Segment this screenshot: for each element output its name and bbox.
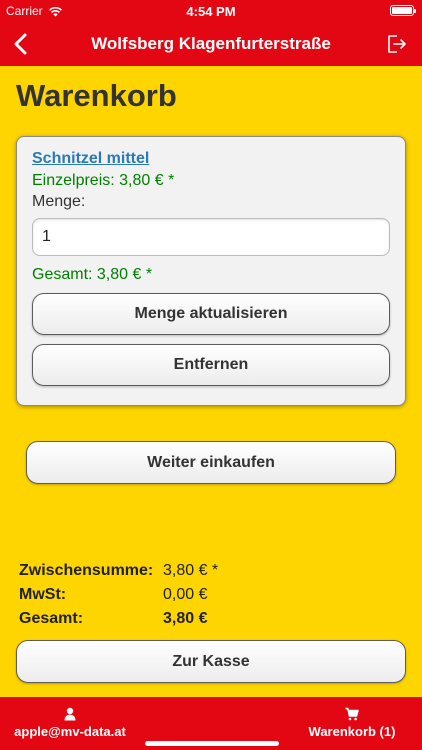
- cart-item-card: Schnitzel mittel Einzelpreis: 3,80 € * M…: [16, 136, 406, 406]
- status-time: 4:54 PM: [186, 4, 236, 19]
- update-quantity-button[interactable]: Menge aktualisieren: [32, 293, 390, 335]
- status-bar: Carrier 4:54 PM: [0, 0, 422, 22]
- page-title: Warenkorb: [16, 78, 177, 113]
- continue-shopping-button[interactable]: Weiter einkaufen: [26, 441, 396, 484]
- tab-cart[interactable]: Warenkorb (1): [282, 707, 422, 739]
- quantity-input[interactable]: [32, 218, 390, 256]
- subtotal-label: Zwischensumme:: [19, 562, 154, 579]
- chevron-left-icon[interactable]: [10, 32, 34, 56]
- total-value: 3,80 €: [163, 610, 208, 627]
- tab-account[interactable]: apple@mv-data.at: [0, 707, 140, 739]
- battery-fill: [392, 7, 412, 14]
- nav-bar: Wolfsberg Klagenfurterstraße: [0, 22, 422, 66]
- tax-label: MwSt:: [19, 586, 67, 603]
- battery-icon: [390, 5, 416, 16]
- user-icon: [64, 707, 76, 721]
- tax-value: 0,00 €: [163, 586, 208, 603]
- logout-icon[interactable]: [384, 32, 408, 56]
- line-total: Gesamt: 3,80 € *: [32, 266, 153, 283]
- product-name-link[interactable]: Schnitzel mittel: [32, 150, 149, 168]
- quantity-label: Menge:: [32, 193, 86, 210]
- subtotal-value: 3,80 € *: [163, 562, 219, 579]
- remove-item-button[interactable]: Entfernen: [32, 344, 390, 386]
- tab-cart-label: Warenkorb (1): [308, 724, 396, 739]
- tab-account-label: apple@mv-data.at: [14, 724, 126, 739]
- unit-price: Einzelpreis: 3,80 € *: [32, 172, 175, 189]
- checkout-button[interactable]: Zur Kasse: [16, 640, 406, 683]
- nav-title: Wolfsberg Klagenfurterstraße: [91, 34, 331, 53]
- total-label: Gesamt:: [19, 610, 84, 627]
- home-indicator: [145, 741, 279, 746]
- cart-icon: [345, 707, 359, 721]
